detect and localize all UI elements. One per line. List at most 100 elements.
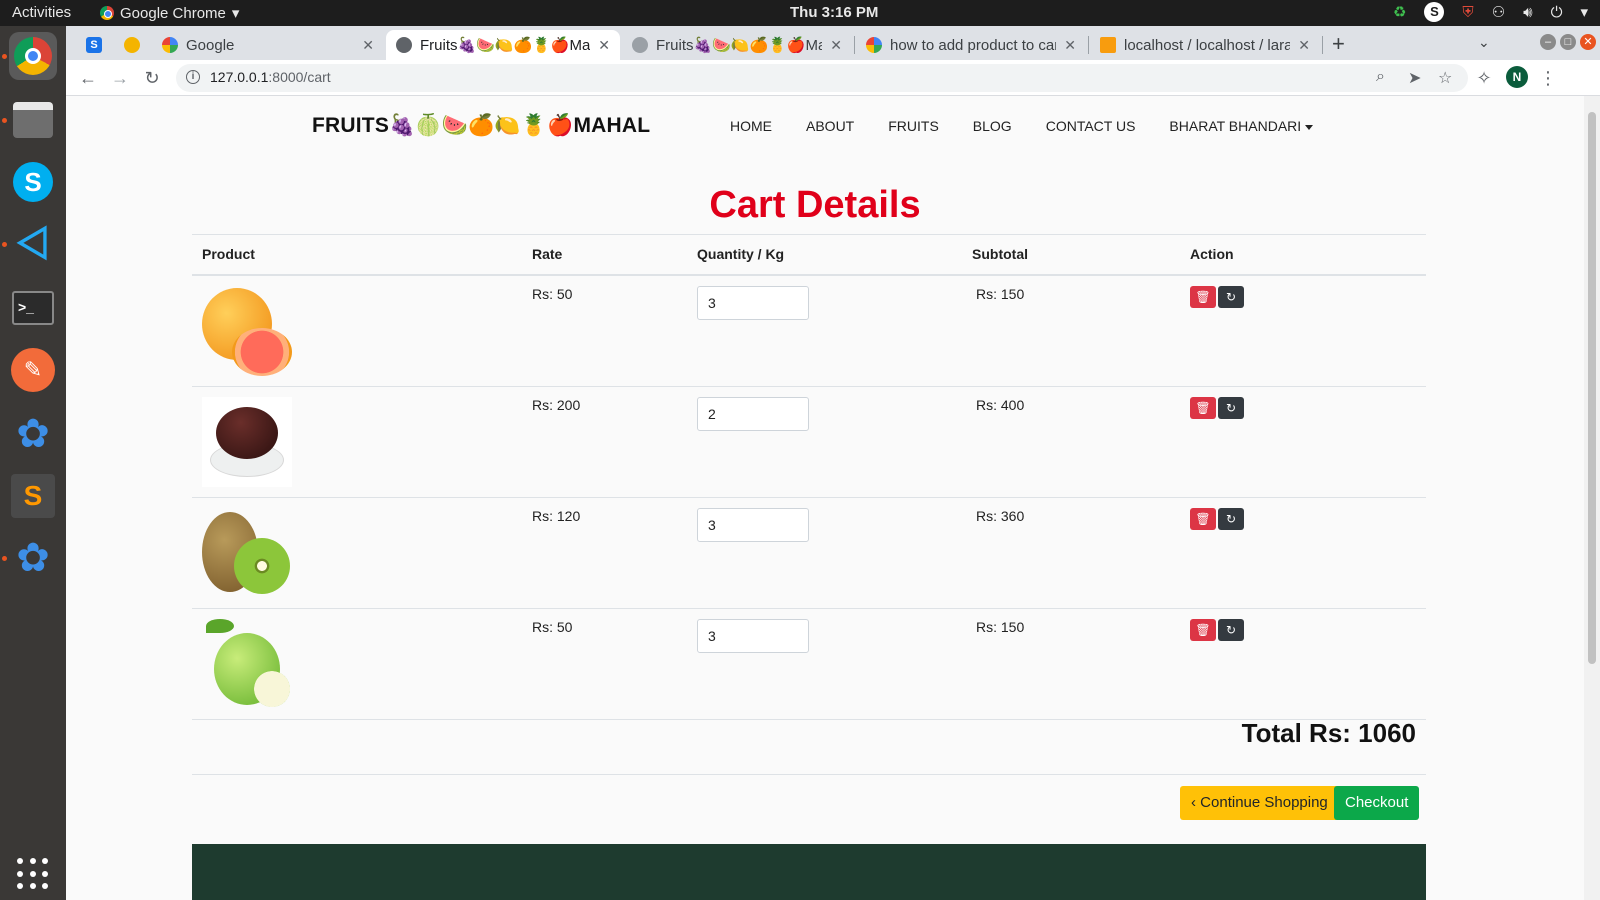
user-menu-label: BHARAT BHANDARI — [1169, 118, 1302, 134]
tab-fruits-mahal[interactable]: Fruits🍇🍉🍋🍊🍍🍎Mahal ✕ — [622, 30, 852, 60]
window-controls: – □ ✕ — [1540, 34, 1596, 50]
star-icon[interactable]: ☆ — [1438, 68, 1452, 88]
chrome-dock-icon[interactable] — [9, 32, 57, 80]
table-row: Rs: 50 Rs: 150 🗑︎ ↻ — [192, 608, 1426, 720]
forward-arrow-icon[interactable]: → — [108, 66, 132, 90]
tab-title: localhost / localhost / lara — [1124, 36, 1291, 54]
clock[interactable]: Thu 3:16 PM — [790, 4, 878, 21]
back-arrow-icon[interactable]: ← — [76, 66, 100, 90]
app-menu[interactable]: Google Chrome ▾ — [100, 4, 239, 22]
cart-table: Product Rate Quantity / Kg Subtotal Acti… — [192, 234, 1426, 720]
send-icon[interactable]: ➤ — [1408, 68, 1421, 88]
nav-about[interactable]: ABOUT — [806, 118, 854, 134]
terminal-icon[interactable]: >_ — [9, 284, 57, 332]
delete-button[interactable]: 🗑︎ — [1190, 285, 1216, 308]
app-hub-icon[interactable]: ✿ — [9, 410, 57, 458]
tab-title: Fruits🍇🍉🍋🍊🍍🍎Mahal — [656, 37, 823, 54]
postman-icon[interactable]: ✎ — [9, 346, 57, 394]
table-row: Rs: 120 Rs: 360 🗑︎ ↻ — [192, 497, 1426, 609]
cart-total: Total Rs: 1060 — [1241, 718, 1416, 748]
tab-title: how to add product to cart — [890, 36, 1057, 54]
emoji-icon — [124, 37, 140, 53]
system-tray[interactable]: ♻ S ⛨ ⚇ 🔊︎ ⏻ ▾ — [1393, 2, 1588, 22]
close-icon[interactable]: ✕ — [1064, 37, 1076, 54]
tab-phpmyadmin[interactable]: localhost / localhost / lara ✕ — [1090, 30, 1320, 60]
nav-home[interactable]: HOME — [730, 118, 772, 134]
quantity-input[interactable] — [697, 285, 809, 320]
column-header: Subtotal — [962, 234, 1180, 276]
chevron-down-icon: ▾ — [231, 5, 240, 22]
new-tab-button[interactable]: + — [1332, 31, 1345, 57]
delete-button[interactable]: 🗑︎ — [1190, 618, 1216, 641]
tab-google[interactable]: Google ✕ — [152, 30, 384, 60]
quantity-input[interactable] — [697, 396, 809, 431]
site-brand[interactable]: FRUITS🍇🍈🍉🍊🍋🍍🍎MAHAL — [312, 114, 650, 138]
activities-button[interactable]: Activities — [12, 4, 71, 21]
tab-pinned-s[interactable]: S — [76, 30, 112, 60]
green-apple-image — [202, 618, 292, 709]
update-button[interactable]: ↻ — [1218, 507, 1244, 530]
nav-contact[interactable]: CONTACT US — [1046, 118, 1136, 134]
page-scrollbar[interactable] — [1584, 96, 1600, 900]
trash-icon: 🗑︎ — [1195, 511, 1211, 526]
window-close-button[interactable]: ✕ — [1580, 34, 1596, 50]
quantity-input[interactable] — [697, 618, 809, 653]
app-hub-icon[interactable]: ✿ — [9, 534, 57, 582]
menu-dots-icon[interactable]: ⋮ — [1536, 66, 1560, 90]
vscode-icon[interactable]: ⨞ — [9, 220, 57, 268]
show-applications-button[interactable] — [17, 858, 49, 890]
google-icon — [866, 37, 882, 53]
shield-icon[interactable]: ⛨ — [1462, 4, 1473, 21]
tab-fruits-mahal-active[interactable]: Fruits🍇🍉🍋🍊🍍🍎Mahal ✕ — [386, 30, 620, 60]
table-row: Rs: 50 Rs: 150 🗑︎ ↻ — [192, 274, 1426, 387]
close-icon[interactable]: ✕ — [830, 37, 842, 54]
table-header-row: Product Rate Quantity / Kg Subtotal Acti… — [192, 234, 1426, 276]
checkout-button[interactable]: Checkout — [1334, 786, 1420, 820]
continue-shopping-button[interactable]: ‹ Continue Shopping — [1180, 786, 1339, 820]
tab-search-chevron-icon[interactable]: ⌄ — [1478, 34, 1490, 51]
profile-avatar[interactable]: N — [1506, 66, 1528, 88]
scrollbar-thumb[interactable] — [1588, 112, 1596, 664]
user-menu[interactable]: BHARAT BHANDARI — [1169, 118, 1314, 134]
zoom-icon[interactable]: ⌕ — [1376, 68, 1385, 86]
trash-icon: 🗑︎ — [1195, 400, 1211, 415]
update-button[interactable]: ↻ — [1218, 396, 1244, 419]
network-icon[interactable]: ⚇ — [1492, 3, 1505, 21]
close-icon[interactable]: ✕ — [1298, 37, 1310, 54]
update-button[interactable]: ↻ — [1218, 618, 1244, 641]
tab-google-search[interactable]: how to add product to cart ✕ — [856, 30, 1086, 60]
table-row: Rs: 200 Rs: 400 🗑︎ ↻ — [192, 386, 1426, 498]
delete-button[interactable]: 🗑︎ — [1190, 507, 1216, 530]
url-text[interactable]: 127.0.0.1:8000/cart — [210, 69, 331, 85]
extensions-icon[interactable]: ✧ — [1472, 66, 1496, 90]
delete-button[interactable]: 🗑︎ — [1190, 396, 1216, 419]
refresh-icon: ↻ — [1225, 289, 1237, 304]
nav-fruits[interactable]: FRUITS — [888, 118, 939, 134]
reload-icon[interactable]: ↻ — [140, 66, 164, 90]
grapefruit-image — [202, 286, 292, 376]
close-icon[interactable]: ✕ — [598, 37, 610, 54]
dates-image — [202, 396, 292, 487]
skype-icon[interactable]: S — [9, 158, 57, 206]
update-button[interactable]: ↻ — [1218, 285, 1244, 308]
column-header: Rate — [522, 234, 687, 276]
subtotal-cell: Rs: 400 — [962, 386, 1180, 498]
files-icon[interactable] — [9, 96, 57, 144]
chevron-down-icon[interactable]: ▾ — [1580, 3, 1588, 21]
recycle-icon[interactable]: ♻ — [1393, 3, 1406, 21]
dock: S ⨞ >_ ✎ ✿ S ✿ — [0, 26, 66, 900]
phpmyadmin-icon — [1100, 37, 1116, 53]
skype-tray-icon[interactable]: S — [1424, 2, 1445, 22]
nav-blog[interactable]: BLOG — [973, 118, 1012, 134]
address-bar[interactable]: i 127.0.0.1:8000/cart ⌕ ➤ ☆ — [176, 64, 1468, 92]
power-icon[interactable]: ⏻ — [1551, 4, 1563, 21]
volume-icon[interactable]: 🔊︎ — [1523, 4, 1532, 21]
tab-pinned-emoji[interactable] — [114, 30, 150, 60]
sublime-text-icon[interactable]: S — [9, 472, 57, 520]
continue-shopping-label: Continue Shopping — [1200, 794, 1328, 811]
close-icon[interactable]: ✕ — [362, 37, 374, 54]
quantity-input[interactable] — [697, 507, 809, 542]
maximize-button[interactable]: □ — [1560, 34, 1576, 50]
minimize-button[interactable]: – — [1540, 34, 1556, 50]
info-icon[interactable]: i — [186, 70, 200, 84]
